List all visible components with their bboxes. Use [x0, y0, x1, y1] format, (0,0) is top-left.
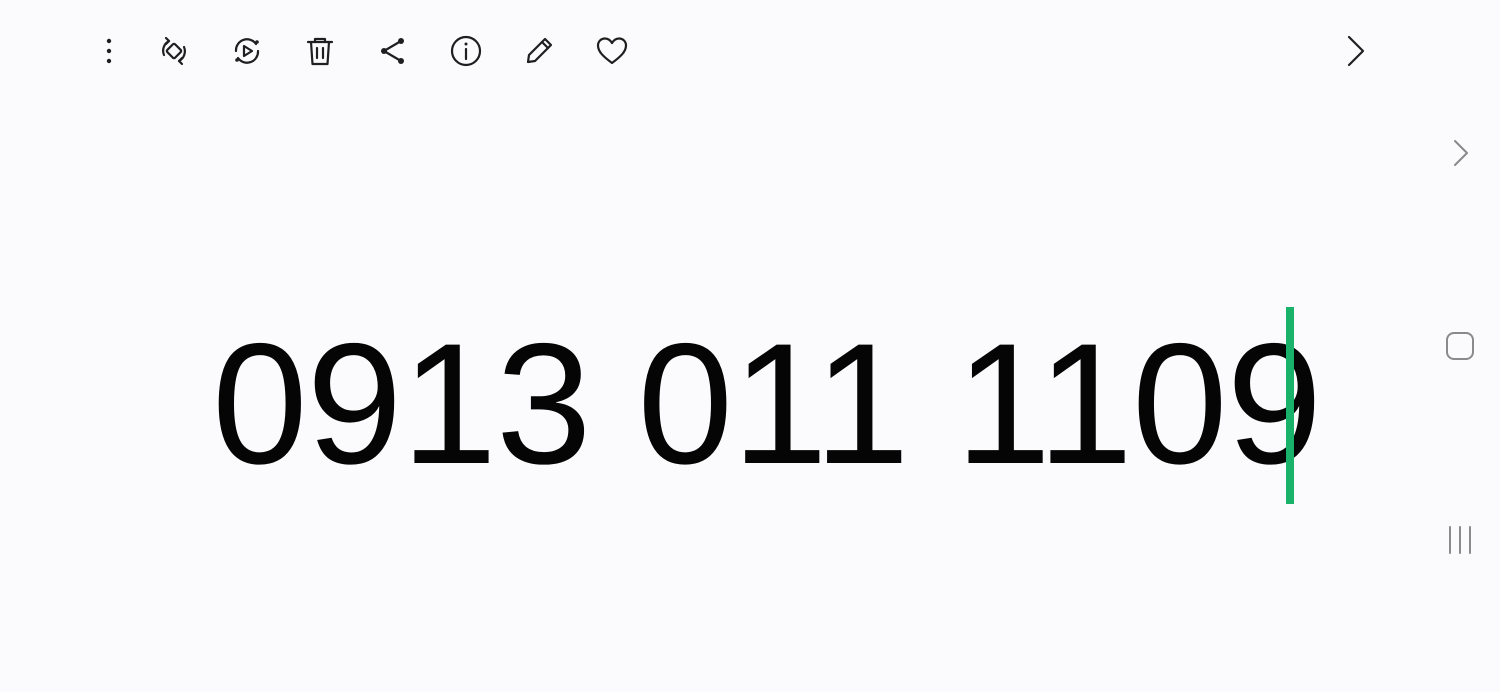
home-square-icon	[1446, 332, 1474, 360]
chevron-right-icon	[1347, 35, 1365, 67]
back-chevron-icon	[1454, 140, 1468, 166]
rotate-button[interactable]	[150, 27, 198, 75]
favorite-button[interactable]	[588, 27, 636, 75]
recent-apps-icon	[1449, 526, 1471, 554]
details-button[interactable]	[442, 27, 490, 75]
nav-back-button[interactable]	[1436, 129, 1484, 177]
text-cursor	[1286, 307, 1294, 504]
nav-recents-button[interactable]	[1436, 516, 1484, 564]
heart-icon	[596, 37, 628, 65]
rotate-icon	[162, 36, 186, 66]
delete-button[interactable]	[296, 27, 344, 75]
trash-icon	[306, 37, 334, 66]
nav-home-button[interactable]	[1436, 322, 1484, 370]
phone-number-text: 0913 011 1109	[212, 308, 1322, 500]
image-viewer: 0913 011 1109	[0, 100, 1420, 692]
info-icon	[450, 35, 482, 67]
edit-button[interactable]	[515, 27, 563, 75]
share-button[interactable]	[369, 27, 417, 75]
motion-photo-icon	[234, 38, 260, 64]
share-icon	[381, 38, 404, 64]
top-toolbar	[0, 0, 1420, 100]
more-options-button[interactable]	[85, 27, 133, 75]
screen: 0913 011 1109	[0, 0, 1500, 692]
system-navigation-bar	[1420, 100, 1500, 692]
next-button[interactable]	[1330, 27, 1378, 75]
motion-photo-button[interactable]	[223, 27, 271, 75]
edit-pencil-icon	[526, 37, 553, 64]
more-vertical-icon	[106, 38, 112, 64]
